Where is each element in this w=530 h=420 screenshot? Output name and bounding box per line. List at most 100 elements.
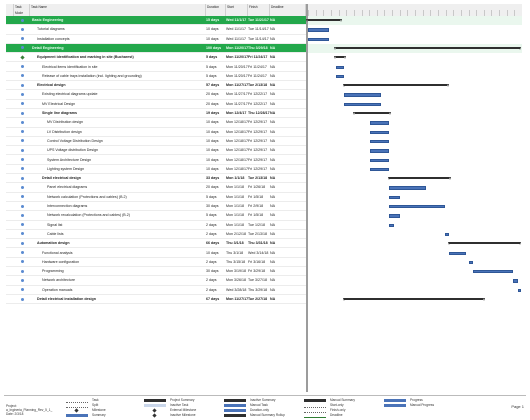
task-bar[interactable] (370, 158, 390, 162)
task-bar[interactable] (344, 93, 381, 97)
task-bar[interactable] (370, 121, 390, 125)
task-duration: 20 days (206, 92, 219, 97)
task-start: Mon 12/18/17 (226, 166, 248, 171)
summary-bar[interactable] (334, 56, 346, 60)
col-header-name[interactable]: Task Name (30, 4, 206, 16)
table-row[interactable]: Equipment identification and marking in … (6, 53, 306, 63)
summary-bar[interactable] (387, 177, 451, 181)
table-row[interactable]: Hardware configuration 2 days Thu 3/15/18 F… (6, 258, 306, 268)
task-bar[interactable] (444, 232, 450, 237)
task-bar[interactable] (517, 288, 521, 293)
legend-project-name: Project: a_Ingineria_Planning_Rev_5_1_ (6, 404, 53, 412)
legend: Project: a_Ingineria_Planning_Rev_5_1_ D… (4, 395, 526, 418)
col-header-finish[interactable]: Finish (248, 4, 270, 16)
task-bar[interactable] (468, 260, 473, 265)
task-name: Automation design (37, 241, 70, 246)
task-bar[interactable] (389, 205, 445, 209)
task-start: Wed 11/1/17 (226, 18, 247, 22)
table-row[interactable]: LV Distribution design 10 days Mon 12/18/1… (6, 128, 306, 137)
table-row[interactable]: Panel electrical diagrams 20 days Mon 1/1/… (6, 183, 306, 193)
col-header-deadline[interactable]: Deadline (270, 4, 306, 16)
table-row[interactable]: Electrical design 57 days Mon 11/27/17 Tue … (6, 81, 306, 91)
task-duration: 67 days (206, 297, 220, 301)
task-mode (14, 211, 30, 220)
task-start: Mon 12/4/17 (226, 111, 247, 115)
task-bar[interactable] (389, 223, 394, 227)
table-row[interactable]: Installation concepts 10 days Wed 11/1/17 T… (6, 35, 306, 44)
row-id (6, 165, 14, 174)
table-row[interactable]: Programming 30 days Mon 3/19/18 Fri 3/29/18… (6, 267, 306, 277)
table-row[interactable]: Signal list 2 days Mon 1/1/18 Tue 1/2/18 NA (6, 221, 306, 230)
table-row[interactable]: Detail Engineering 100 days Mon 11/20/17 Th… (6, 43, 306, 54)
table-row[interactable]: Existing electrical diagrams update 20 da… (6, 90, 306, 100)
task-bar[interactable] (389, 186, 426, 190)
table-row[interactable]: Electrical items identification in site 5… (6, 63, 306, 72)
table-row[interactable]: Network architecture 2 days Mon 3/26/18 Tue… (6, 276, 306, 286)
row-id (6, 239, 14, 248)
table-row[interactable]: Detail electrical installation design 67 … (6, 295, 306, 305)
task-deadline: NA (270, 194, 275, 199)
summary-bar[interactable] (334, 46, 522, 50)
row-id (6, 63, 14, 72)
table-row[interactable]: Automation design 66 days Thu 3/1/18 Thu 3/… (6, 239, 306, 249)
task-bar[interactable] (449, 251, 467, 255)
col-header-id[interactable] (6, 4, 14, 16)
task-name: Single line diagrams (42, 111, 77, 115)
task-finish: Fri 1/26/18 (248, 185, 266, 190)
task-finish: Fri 12/22/17 (248, 92, 268, 97)
table-row[interactable]: Basic Engineering 15 days Wed 11/1/17 Tue 1… (6, 16, 306, 26)
task-bar[interactable] (472, 270, 514, 274)
table-row[interactable]: Control Voltage Distribution Design 10 da… (6, 137, 306, 147)
table-row[interactable]: UPS Voltage distribution Design 10 days Mo… (6, 146, 306, 156)
task-mode-icon (20, 195, 24, 199)
table-row[interactable]: Network recalculation (Protections and c… (6, 211, 306, 221)
task-start: Mon 1/1/18 (226, 185, 244, 190)
task-deadline: NA (270, 27, 275, 32)
task-bar[interactable] (344, 102, 381, 107)
task-bar[interactable] (389, 214, 400, 218)
task-bar[interactable] (370, 149, 390, 153)
table-row[interactable]: Cable lists 2 days Mon 2/12/18 Tue 2/13/18 N… (6, 230, 306, 240)
table-row[interactable]: Release of cable trays installation (inc… (6, 72, 306, 82)
summary-bar[interactable] (342, 298, 486, 301)
task-bar[interactable] (370, 130, 390, 134)
task-finish: Fri 12/29/17 (248, 120, 268, 125)
task-bar[interactable] (513, 279, 518, 283)
table-row[interactable]: System Architecture Design 10 days Mon 12/… (6, 156, 306, 165)
table-row[interactable]: Lighting system Design 10 days Mon 12/18/1… (6, 165, 306, 175)
task-finish: Fri 1/5/18 (248, 194, 264, 199)
task-finish: Fri 12/29/17 (248, 148, 268, 153)
task-name: UPS Voltage distribution Design (47, 148, 98, 153)
col-header-duration[interactable]: Duration (206, 4, 226, 16)
task-mode (14, 146, 30, 155)
task-deadline: NA (270, 204, 275, 208)
table-row[interactable]: Functional analysis 10 days Thu 3/1/18 Wed … (6, 249, 306, 258)
summary-bar[interactable] (447, 242, 522, 246)
task-duration: 10 days (206, 148, 219, 153)
summary-bar[interactable] (353, 112, 392, 115)
task-bar[interactable] (370, 167, 390, 172)
col-header-start[interactable]: Start (226, 4, 248, 16)
task-deadline: NA (270, 18, 276, 22)
table-row[interactable]: Operation manuals 2 days Wed 3/28/18 Thu 3/… (6, 286, 306, 295)
table-row[interactable]: MV Distribution design 10 days Mon 12/18/1… (6, 118, 306, 128)
task-mode (14, 44, 30, 53)
task-start: Mon 1/1/18 (226, 176, 245, 181)
summary-bar[interactable] (306, 19, 342, 22)
task-duration: 20 days (206, 101, 219, 106)
summary-bar[interactable] (342, 84, 449, 88)
table-row[interactable]: MV Electrical Design 20 days Mon 11/27/17 F… (6, 100, 306, 109)
table-row[interactable]: Network calculation (Protections and cab… (6, 193, 306, 202)
table-row[interactable]: Interconnection diagrams 30 days Mon 1/1/1… (6, 202, 306, 212)
col-header-mode[interactable]: Task Mode (14, 4, 30, 16)
task-bar[interactable] (308, 28, 330, 32)
table-row[interactable]: Tutorial diagrams 10 days Wed 11/1/17 Tue 1… (6, 25, 306, 35)
task-bar[interactable] (308, 37, 330, 41)
table-row[interactable]: Single line diagrams 19 days Mon 12/4/17 Th… (6, 109, 306, 119)
task-bar[interactable] (335, 74, 345, 79)
task-bar[interactable] (389, 195, 400, 200)
table-row[interactable]: Detail electrical design 33 days Mon 1/1/1… (6, 174, 306, 184)
task-bar[interactable] (370, 139, 390, 144)
task-bar[interactable] (335, 65, 345, 69)
row-id (6, 249, 14, 258)
